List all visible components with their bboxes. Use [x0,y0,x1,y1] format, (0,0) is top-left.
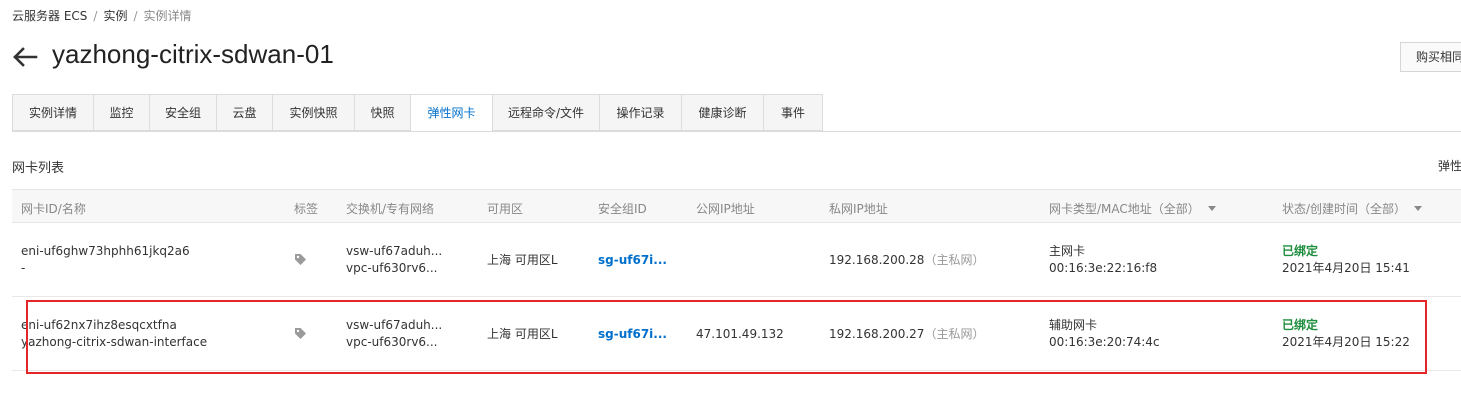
zone: 上海 可用区L [487,253,558,267]
nic-id: eni-uf62nx7ihz8esqcxtfna [21,318,177,332]
nic-type: 辅助网卡 [1049,318,1098,332]
tab-snapshots[interactable]: 快照 [355,94,411,131]
column-header-tags: 标签 [294,202,319,216]
column-header-status-time[interactable]: 状态/创建时间（全部） [1282,200,1423,217]
tab-monitoring[interactable]: 监控 [94,94,150,131]
public-ip: 47.101.49.132 [696,327,784,341]
created-time: 2021年4月20日 15:22 [1282,335,1410,349]
table-row: eni-uf62nx7ihz8esqcxtfna yazhong-citrix-… [12,297,1461,371]
nic-name: yazhong-citrix-sdwan-interface [21,335,208,349]
nic-id: eni-uf6ghw73hphh61jkq2a6 [21,244,190,258]
status-badge: 已绑定 [1282,318,1319,332]
security-group-link[interactable]: sg-uf67i... [598,326,667,343]
tab-elastic-nic[interactable]: 弹性网卡 [411,94,493,132]
column-header-status-time-label: 状态/创建时间（全部） [1282,202,1407,216]
table-header: 网卡ID/名称 标签 交换机/专有网络 可用区 安全组ID 公网IP地址 私网I… [12,189,1461,223]
breadcrumb-item-ecs[interactable]: 云服务器 ECS [12,9,87,23]
tab-remote-commands[interactable]: 远程命令/文件 [493,94,600,131]
elastic-nic-action[interactable]: 弹性 [1438,157,1461,174]
tab-health-diagnosis[interactable]: 健康诊断 [682,94,764,131]
page-title: yazhong-citrix-sdwan-01 [52,39,334,69]
vswitch-id: vsw-uf67aduh... [346,318,443,332]
status-badge: 已绑定 [1282,244,1319,258]
tag-icon[interactable] [294,253,307,266]
breadcrumb-separator: / [133,9,138,23]
nic-name: - [21,261,26,275]
buy-same-config-button[interactable]: 购买相同 [1400,42,1461,72]
tab-security-groups[interactable]: 安全组 [150,94,217,131]
private-ip-note: （主私网） [924,253,985,267]
private-ip-note: （主私网） [924,327,985,341]
tab-bar: 实例详情 监控 安全组 云盘 实例快照 快照 弹性网卡 远程命令/文件 操作记录… [12,94,823,132]
mac-address: 00:16:3e:20:74:4c [1049,335,1160,349]
column-header-public-ip: 公网IP地址 [696,202,755,216]
private-ip-value: 192.168.200.27 [829,327,925,341]
tab-disks[interactable]: 云盘 [217,94,273,131]
filter-dropdown-icon[interactable] [1414,206,1423,211]
breadcrumb-separator: / [93,9,98,23]
vpc-id: vpc-uf630rv6... [346,261,438,275]
column-header-type-mac[interactable]: 网卡类型/MAC地址（全部） [1049,200,1216,217]
table-row: eni-uf6ghw73hphh61jkq2a6 - vsw-uf67aduh.… [12,223,1461,297]
mac-address: 00:16:3e:22:16:f8 [1049,261,1158,275]
breadcrumb-item-current: 实例详情 [143,9,192,23]
tab-instance-details[interactable]: 实例详情 [12,94,94,131]
column-header-security-group: 安全组ID [598,202,647,216]
nic-type: 主网卡 [1049,244,1086,258]
vpc-id: vpc-uf630rv6... [346,335,438,349]
breadcrumb: 云服务器 ECS / 实例 / 实例详情 [12,7,192,24]
tab-events[interactable]: 事件 [764,94,823,131]
column-header-type-mac-label: 网卡类型/MAC地址（全部） [1049,202,1200,216]
back-arrow-icon[interactable] [12,46,38,68]
breadcrumb-item-instances[interactable]: 实例 [103,9,127,23]
column-header-id-name: 网卡ID/名称 [21,202,86,216]
column-header-zone: 可用区 [487,202,524,216]
tab-divider [12,131,1461,132]
section-title: 网卡列表 [12,161,65,176]
tab-operation-logs[interactable]: 操作记录 [600,94,682,131]
security-group-link[interactable]: sg-uf67i... [598,252,667,269]
created-time: 2021年4月20日 15:41 [1282,261,1410,275]
private-ip-value: 192.168.200.28 [829,253,925,267]
private-ip: 192.168.200.28（主私网） [829,252,984,269]
column-header-private-ip: 私网IP地址 [829,202,888,216]
tag-icon[interactable] [294,327,307,340]
filter-dropdown-icon[interactable] [1207,206,1216,211]
private-ip: 192.168.200.27（主私网） [829,326,984,343]
vswitch-id: vsw-uf67aduh... [346,244,443,258]
column-header-vswitch-vpc: 交换机/专有网络 [346,202,435,216]
zone: 上海 可用区L [487,327,558,341]
tab-instance-snapshots[interactable]: 实例快照 [273,94,355,131]
